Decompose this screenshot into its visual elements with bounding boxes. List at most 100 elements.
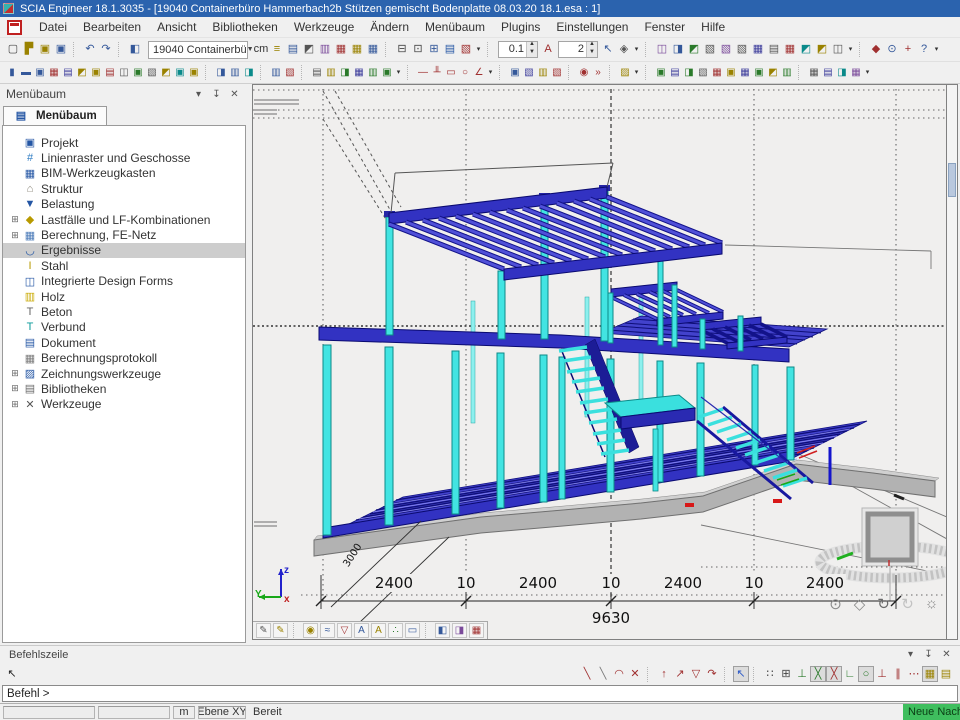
menu-men-baum[interactable]: Menübaum [417,20,493,34]
node-icon[interactable]: ▥ [269,65,283,80]
parallel-snap-icon[interactable]: ∥ [890,666,906,682]
tree-item-berechnung-fe-netz[interactable]: ⊞▦Berechnung, FE-Netz [3,227,245,242]
pen-colored-icon[interactable]: ✎ [273,623,288,638]
tangent-snap-icon[interactable]: ○ [858,666,874,682]
spline-icon[interactable]: ▥ [228,65,242,80]
new-layer-icon[interactable]: ▨ [618,65,632,80]
expand-icon[interactable]: ⊞ [8,368,22,379]
show-node-labels-icon[interactable]: ▦ [750,41,766,58]
dropdown-icon[interactable]: ▾ [474,41,483,58]
rotate-icon[interactable]: ▦ [352,65,366,80]
dropdown-icon[interactable]: ▾ [863,65,872,80]
snap-calculator-icon[interactable]: ▦ [922,666,938,682]
spinner-arrows[interactable]: ▲▼ [586,42,597,57]
spin-down-icon[interactable]: ▼ [587,50,597,58]
cursor-n-icon[interactable]: ↑ [656,666,672,682]
model-3d-viewport[interactable]: 2400 10 2400 10 2400 10 2400 9630 3000 Y… [252,84,946,640]
pan-view-icon[interactable]: ↻ [898,594,917,613]
pin-icon[interactable]: ↧ [209,89,224,100]
dimension-line-icon[interactable]: — [416,65,430,80]
tree-item-bim-werkzeugkasten[interactable]: ▦BIM-Werkzeugkasten [3,166,245,181]
wall-icon[interactable]: ▣ [89,65,103,80]
menu-werkzeuge[interactable]: Werkzeuge [286,20,362,34]
grid-line-snap-icon[interactable]: ⊞ [778,666,794,682]
steel-connection-icon[interactable]: ▣ [187,65,201,80]
print-icon[interactable]: ⊟ [394,41,410,58]
label-edit-icon[interactable]: A [371,623,386,638]
zoom-find-icon[interactable]: ⊙ [884,41,900,58]
support-icon[interactable]: ▣ [654,65,668,80]
tree-item-dokument[interactable]: ▤Dokument [3,335,245,350]
accelerator-icon[interactable]: ◆ [868,41,884,58]
tree-item-integrierte-design-forms[interactable]: ◫Integrierte Design Forms [3,274,245,289]
view-direction-icon[interactable]: ◈ [616,41,632,58]
plate-icon[interactable]: ◩ [75,65,89,80]
show-loads-icon[interactable]: ▧ [702,41,718,58]
calculator-icon[interactable]: ⊞ [426,41,442,58]
dropdown-icon[interactable]: ▾ [394,65,403,80]
pen-outline-icon[interactable]: ✎ [256,623,271,638]
arc-snap-icon[interactable]: ◠ [611,666,627,682]
layers-icon[interactable]: ≡ [269,41,285,58]
paperspace-icon[interactable]: ◨ [835,65,849,80]
tree-item-struktur[interactable]: ⌂Struktur [3,181,245,196]
save-image-icon[interactable]: ▦ [807,65,821,80]
free-load-icon[interactable]: ▦ [738,65,752,80]
show-local-axes-icon[interactable]: ▦ [782,41,798,58]
save-all-icon[interactable]: ▣ [37,41,53,58]
elevation-mark-icon[interactable]: ▭ [444,65,458,80]
show-load-labels-icon[interactable]: ▧ [718,41,734,58]
expand-icon[interactable]: ⊞ [8,230,22,241]
delete-snap-icon[interactable]: ✕ [627,666,643,682]
cursor-arc-icon[interactable]: ↷ [704,666,720,682]
region-icon[interactable]: ◨ [242,65,256,80]
split-window-icon[interactable]: ◧ [127,41,143,58]
show-model-data-icon[interactable]: ◩ [798,41,814,58]
new-messages-button[interactable]: Neue Nachrichten [903,704,960,720]
fly-mode-icon[interactable]: » [591,65,605,80]
show-dimensions-icon[interactable]: ◫ [830,41,846,58]
spinner-arrows[interactable]: ▲▼ [526,42,537,57]
tree-item-holz[interactable]: ▥Holz [3,289,245,304]
expand-icon[interactable]: ⊞ [8,383,22,394]
tree-item-projekt[interactable]: ▣Projekt [3,135,245,150]
point-load-icon[interactable]: ▦ [710,65,724,80]
ruler-icon[interactable]: ▭ [405,623,420,638]
spin-down-icon[interactable]: ▼ [527,50,537,58]
redo-icon[interactable]: ↷ [98,41,114,58]
line-snap2-icon[interactable]: ╲ [595,666,611,682]
grid-point-snap-icon[interactable]: ∷ [762,666,778,682]
tree-item-belastung[interactable]: ▼Belastung [3,197,245,212]
tab-menubaum[interactable]: ▤ Menübaum [3,106,107,125]
close-icon[interactable]: ✕ [227,89,242,100]
line-load-icon[interactable]: ▣ [724,65,738,80]
rigid-arm-icon[interactable]: ◨ [682,65,696,80]
tree-item-linienraster-und-geschosse[interactable]: #Linienraster und Geschosse [3,150,245,165]
menu-ansicht[interactable]: Ansicht [149,20,204,34]
tree-item-zeichnungswerkzeuge[interactable]: ⊞▨Zeichnungswerkzeuge [3,366,245,381]
dropdown-icon[interactable]: ▾ [486,65,495,80]
properties-brush-icon[interactable]: ▧ [550,65,564,80]
rotate-view-icon[interactable]: ↻ [874,594,893,613]
view-settings-gear-icon[interactable]: ☼ [922,594,941,613]
command-input[interactable] [2,685,958,702]
flag-icon[interactable]: ▽ [337,623,352,638]
multi-copy-icon[interactable]: ▥ [324,65,338,80]
cross-link-icon[interactable]: ▣ [173,65,187,80]
label-move-icon[interactable]: A [354,623,369,638]
tracking-icon[interactable]: ↖ [733,666,749,682]
expand-icon[interactable]: ⊞ [8,399,22,410]
view-copy-icon[interactable]: ◨ [452,623,467,638]
copy-format-icon[interactable]: ▧ [522,65,536,80]
pin-icon[interactable]: ↧ [921,649,936,660]
vertical-scrollbar[interactable] [946,84,958,640]
copy-icon[interactable]: ▤ [310,65,324,80]
show-surfaces-icon[interactable]: ◫ [654,41,670,58]
show-sections-icon[interactable]: ◩ [814,41,830,58]
menu-einstellungen[interactable]: Einstellungen [548,20,636,34]
pointer-cursor-icon[interactable]: ↖ [4,666,20,682]
column-icon[interactable]: ▮ [5,65,19,80]
paste-icon[interactable]: ▣ [508,65,522,80]
document-icon[interactable]: ▤ [442,41,458,58]
what-is-this-icon[interactable]: ? [916,41,932,58]
